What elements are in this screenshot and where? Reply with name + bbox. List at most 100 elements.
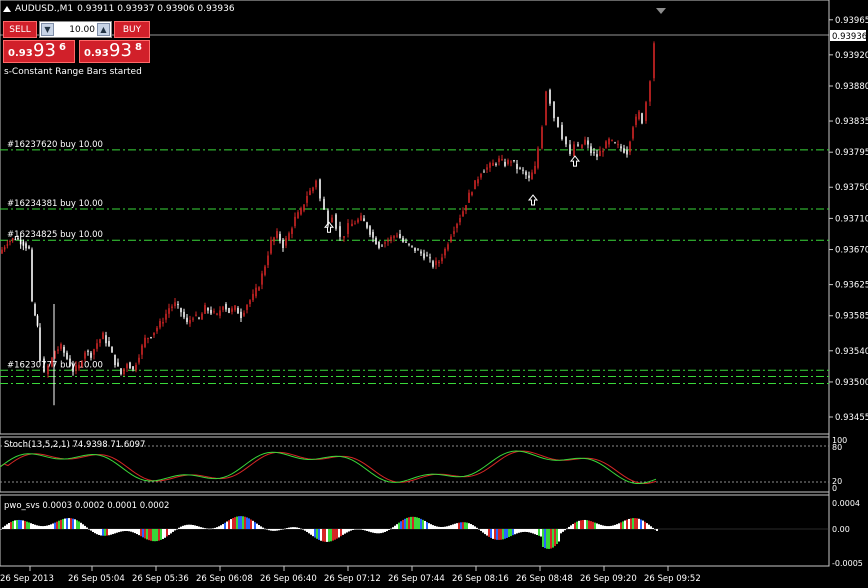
sell-price-quote[interactable]: 0.93 93 6 — [3, 40, 75, 63]
candle-body — [228, 307, 230, 313]
sell-button[interactable]: SELL — [3, 21, 37, 38]
pwo-bar — [90, 529, 92, 531]
candle-body — [1, 249, 3, 254]
candle-body — [93, 349, 95, 355]
candle-body — [17, 237, 19, 240]
candle-body — [204, 305, 206, 314]
candle-body — [411, 245, 413, 247]
pwo-bar — [598, 524, 600, 529]
pwo-bar — [154, 529, 156, 542]
pwo-bar — [362, 529, 364, 530]
pwo-bar — [82, 524, 84, 529]
pwo-bar — [570, 525, 572, 529]
candle-body — [545, 91, 547, 125]
candle-body — [393, 236, 395, 238]
buy-price-quote[interactable]: 0.93 93 8 — [79, 40, 150, 63]
candle-body — [477, 179, 479, 184]
pwo-bar — [436, 526, 438, 529]
candle-body — [504, 161, 506, 166]
chart-window[interactable]: #16237620 buy 10.00 #16234381 buy 10.00 #1… — [0, 0, 868, 588]
pwo-bar — [222, 524, 224, 529]
collapse-triangle-icon[interactable] — [3, 6, 11, 12]
candle-body — [126, 364, 128, 369]
pwo-bar — [628, 518, 630, 529]
price-tick-label: 0.93585 — [835, 312, 868, 322]
pwo-bar — [396, 524, 398, 529]
pwo-bar — [390, 528, 392, 530]
candle-body — [210, 309, 212, 314]
volume-decrease-button[interactable]: ▼ — [41, 23, 54, 36]
pwo-bar — [520, 529, 522, 533]
pwo-bar — [584, 519, 586, 529]
pwo-bar — [532, 529, 534, 534]
buy-button[interactable]: BUY — [114, 21, 150, 38]
candle-body — [441, 257, 443, 262]
pwo-bar — [150, 529, 152, 541]
pwo-bar — [546, 529, 548, 549]
pwo-bar — [268, 529, 270, 531]
pwo-bar — [124, 529, 126, 532]
pwo-bar — [358, 529, 360, 530]
pwo-level-label-zero: 0.00 — [832, 525, 850, 534]
pwo-bar — [588, 520, 590, 529]
pwo-bar — [360, 529, 362, 530]
pwo-bar — [476, 527, 478, 529]
pwo-bar — [330, 529, 332, 542]
candle-body — [192, 318, 194, 320]
pwo-bar — [180, 526, 182, 529]
volume-input[interactable] — [56, 23, 95, 36]
pwo-bar — [270, 529, 272, 531]
candle-body — [468, 192, 470, 203]
pwo-bar — [192, 525, 194, 529]
time-axis: 26 Sep 2013 26 Sep 05:04 26 Sep 05:36 26 Se… — [0, 566, 701, 584]
candle-body — [375, 237, 377, 245]
pwo-bar — [432, 525, 434, 529]
candle-body — [240, 311, 242, 319]
pwo-bar — [242, 516, 244, 529]
pwo-bar — [438, 526, 440, 529]
volume-increase-button[interactable]: ▲ — [97, 23, 110, 36]
pwo-bar — [534, 529, 536, 535]
pwo-bar — [456, 523, 458, 529]
pwo-bar — [378, 529, 380, 534]
candle-body — [447, 244, 449, 250]
pwo-bar — [36, 525, 38, 529]
pwo-bar — [380, 529, 382, 534]
pwo-bar — [512, 529, 514, 536]
pwo-bar — [202, 527, 204, 529]
price-tick-label: 0.93795 — [835, 148, 868, 158]
pwo-bar — [344, 529, 346, 534]
pwo-bar — [404, 518, 406, 529]
candle-body — [270, 239, 272, 254]
candle-body — [39, 327, 41, 362]
price-tick-label: 0.93455 — [835, 413, 868, 423]
pwo-bar — [8, 523, 10, 529]
pwo-bar — [458, 522, 460, 529]
candle-body — [28, 246, 30, 249]
pwo-bar — [320, 529, 322, 541]
candle-body — [420, 251, 422, 254]
pwo-bar — [132, 529, 134, 533]
candle-body — [584, 139, 586, 145]
pwo-bar — [178, 527, 180, 529]
pwo-bar — [634, 518, 636, 529]
candle-body — [611, 139, 613, 141]
candle-body — [623, 148, 625, 153]
pwo-bar — [300, 528, 302, 530]
pwo-bar — [398, 522, 400, 529]
pwo-bar — [116, 529, 118, 533]
pwo-bar — [156, 529, 158, 542]
pwo-bar — [528, 529, 530, 533]
pwo-bar — [618, 523, 620, 529]
pwo-bar — [454, 523, 456, 529]
pwo-bar — [576, 521, 578, 529]
pwo-bar — [394, 525, 396, 529]
candle-body — [96, 343, 98, 349]
pwo-bar — [198, 526, 200, 529]
candle-body — [258, 287, 260, 291]
candle-body — [357, 219, 359, 223]
pwo-bar — [30, 523, 32, 529]
pwo-bar — [354, 529, 356, 530]
pwo-bar — [130, 529, 132, 532]
pwo-bar — [60, 519, 62, 529]
